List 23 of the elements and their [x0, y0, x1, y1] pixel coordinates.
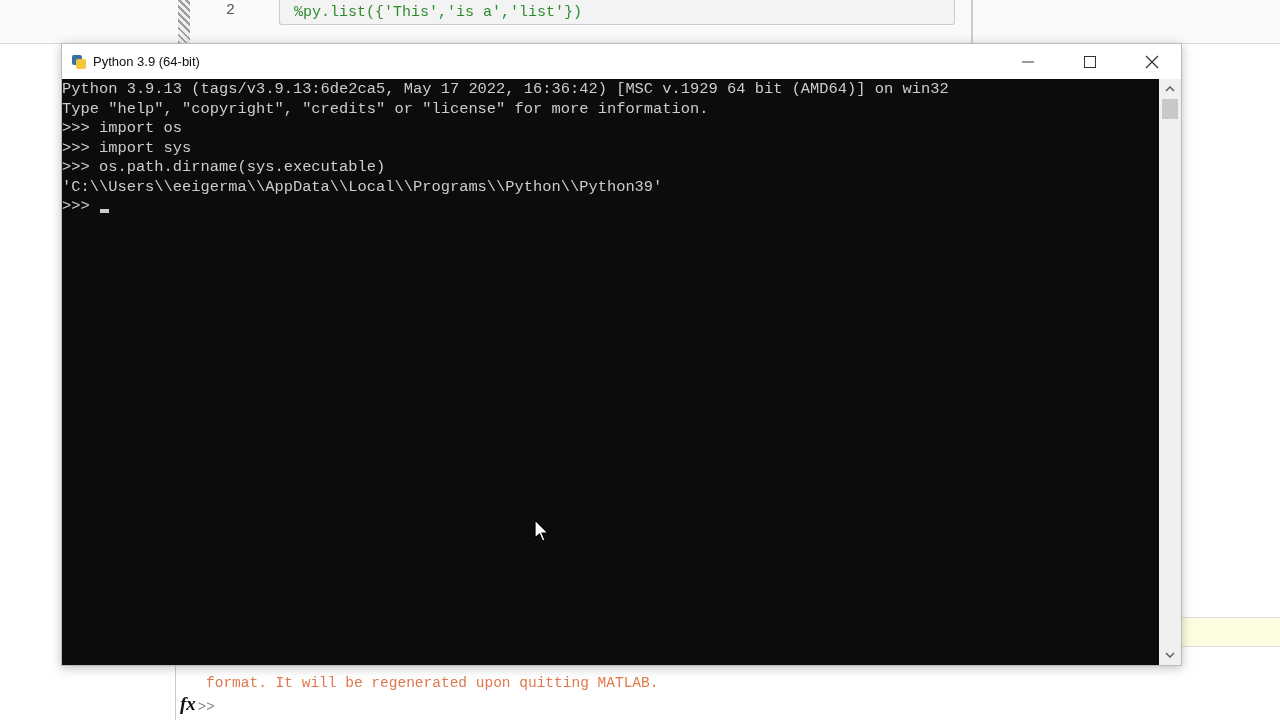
mouse-pointer-icon: [534, 519, 550, 543]
code-cell[interactable]: %py.list({'This','is a','list'}): [279, 0, 955, 25]
console-line: >>> import os: [62, 119, 183, 139]
scrollbar[interactable]: [1159, 79, 1181, 665]
console-line: Type "help", "copyright", "credits" or "license" for more information.: [62, 99, 709, 119]
maximize-icon[interactable]: [1083, 54, 1097, 69]
function-icon[interactable]: fx: [180, 693, 196, 715]
console-line: >>> import sys: [62, 138, 192, 158]
window-title: Python 3.9 (64-bit): [93, 54, 200, 69]
close-icon[interactable]: [1145, 54, 1159, 69]
command-prompt[interactable]: >>: [197, 699, 215, 715]
python-icon: [71, 53, 87, 70]
scroll-thumb[interactable]: [1162, 99, 1178, 119]
warning-text: format. It will be regenerated upon quitting MATLAB.: [206, 674, 660, 693]
console-line: Python 3.9.13 (tags/v3.9.13:6de2ca5, May 17 2022, 16:36:42) [MSC v.1929 64 bit (AMD64)] on win32: [62, 80, 949, 100]
scroll-up-icon[interactable]: [1165, 85, 1175, 93]
scroll-down-icon[interactable]: [1165, 651, 1175, 659]
gutter-hatch: [178, 0, 190, 43]
console-line: 'C:\\Users\\eeigerma\\AppData\\Local\\Programs\\Python\\Python39': [62, 177, 663, 197]
console-line: >>>: [62, 197, 90, 217]
console-line: >>> os.path.dirname(sys.executable): [62, 158, 386, 178]
text-cursor: [99, 208, 109, 213]
line-number: 2: [225, 1, 235, 19]
